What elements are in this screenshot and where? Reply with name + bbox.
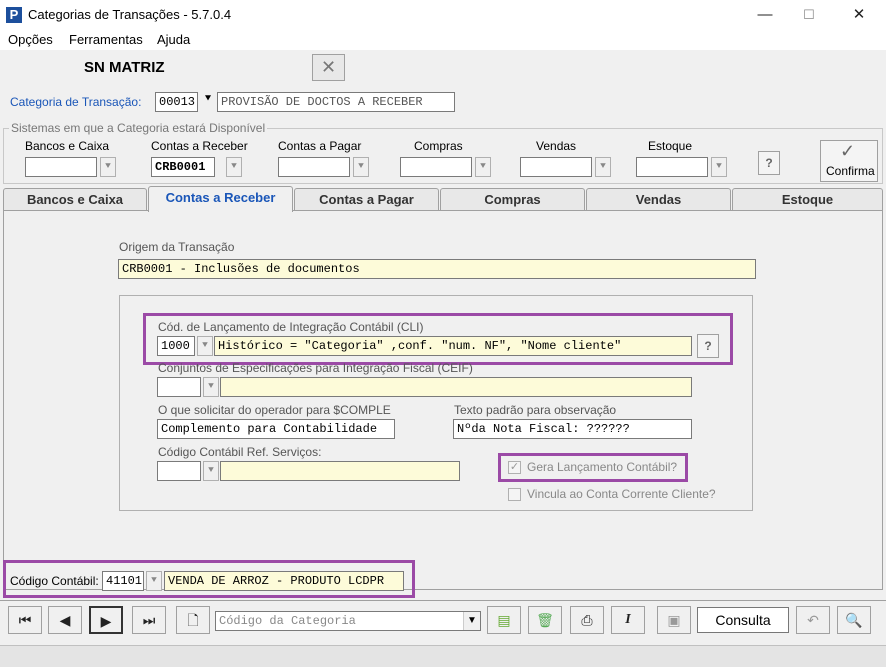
bancos-caixa-label: Bancos e Caixa xyxy=(25,139,110,153)
tab-compras[interactable]: Compras xyxy=(440,188,585,210)
codigo-contabil-description: VENDA DE ARROZ - PRODUTO LCDPR xyxy=(164,571,404,591)
obs-input[interactable]: Nºda Nota Fiscal: ?????? xyxy=(453,419,692,439)
estoque-input[interactable] xyxy=(636,157,708,177)
maximize-button[interactable]: ☐ xyxy=(786,0,832,30)
ceif-dropdown-icon[interactable]: ⯆ xyxy=(203,377,219,397)
window-title: Categorias de Transações - 5.7.0.4 xyxy=(28,7,232,22)
servicos-dropdown-icon[interactable]: ⯆ xyxy=(203,461,219,481)
new-record-icon[interactable]: 🗋 xyxy=(176,606,210,634)
ceif-label: Conjuntos de Especificações para Integra… xyxy=(158,361,473,375)
delete-bin-icon[interactable]: 🗑 xyxy=(528,606,562,634)
next-record-icon[interactable]: ▶ xyxy=(89,606,123,634)
prev-record-icon[interactable]: ◀ xyxy=(48,606,82,634)
comple-label: O que solicitar do operador para $COMPLE xyxy=(158,403,391,417)
last-record-icon[interactable]: ⏭ xyxy=(132,606,166,634)
obs-label: Texto padrão para observação xyxy=(454,403,617,417)
categoria-lookup-icon[interactable]: ⯆ xyxy=(200,93,216,111)
confirma-label: Confirma xyxy=(826,164,875,178)
menu-ferramentas[interactable]: Ferramentas xyxy=(69,32,143,47)
compras-input[interactable] xyxy=(400,157,472,177)
cli-help-button[interactable]: ? xyxy=(697,334,719,358)
company-name: SN MATRIZ xyxy=(84,59,165,76)
minimize-button[interactable]: — xyxy=(742,0,788,30)
sistemas-group-label: Sistemas em que a Categoria estará Dispo… xyxy=(9,121,268,135)
report-icon[interactable]: ▤ xyxy=(487,606,521,634)
contas-pagar-input[interactable] xyxy=(278,157,350,177)
bancos-caixa-input[interactable] xyxy=(25,157,97,177)
vendas-dropdown-icon[interactable]: ⯆ xyxy=(595,157,611,177)
servicos-description xyxy=(220,461,460,481)
gera-label: Gera Lançamento Contábil? xyxy=(527,460,678,474)
compras-label: Compras xyxy=(414,139,463,153)
servicos-label: Código Contábil Ref. Serviços: xyxy=(158,445,322,459)
tab-estoque[interactable]: Estoque xyxy=(732,188,883,210)
cli-label: Cód. de Lançamento de Integração Contábi… xyxy=(158,320,424,334)
italic-info-icon[interactable]: I xyxy=(611,606,645,634)
undo-icon[interactable]: ↶ xyxy=(796,606,830,634)
comple-input[interactable]: Complemento para Contabilidade xyxy=(157,419,395,439)
menu-ajuda[interactable]: Ajuda xyxy=(157,32,190,47)
vincula-checkbox[interactable] xyxy=(508,488,521,501)
contas-pagar-dropdown-icon[interactable]: ⯆ xyxy=(353,157,369,177)
vincula-label: Vincula ao Conta Corrente Cliente? xyxy=(527,487,716,501)
menu-opcoes[interactable]: Opções xyxy=(8,32,53,47)
codigo-contabil-dropdown-icon[interactable]: ⯆ xyxy=(146,571,162,591)
origem-field: CRB0001 - Inclusões de documentos xyxy=(118,259,756,279)
contas-receber-dropdown-icon[interactable]: ⯆ xyxy=(226,157,242,177)
close-document-button[interactable]: ✕ xyxy=(312,54,345,81)
first-record-icon[interactable]: ⏮ xyxy=(8,606,42,634)
cli-description: Histórico = "Categoria" ,conf. "num. NF"… xyxy=(214,336,692,356)
close-window-button[interactable]: ✕ xyxy=(836,0,882,30)
sistemas-help-button[interactable]: ? xyxy=(758,151,780,175)
origem-label: Origem da Transação xyxy=(119,240,235,254)
save-icon[interactable]: ▣ xyxy=(657,606,691,634)
contas-receber-input[interactable]: CRB0001 xyxy=(151,157,215,177)
codigo-contabil-label: Código Contábil: xyxy=(10,574,99,588)
vendas-label: Vendas xyxy=(536,139,577,153)
servicos-code-input[interactable] xyxy=(157,461,201,481)
bancos-caixa-dropdown-icon[interactable]: ⯆ xyxy=(100,157,116,177)
tab-contas-pagar[interactable]: Contas a Pagar xyxy=(294,188,439,210)
print-icon[interactable]: ⎙ xyxy=(570,606,604,634)
app-icon: P xyxy=(6,7,22,23)
vendas-input[interactable] xyxy=(520,157,592,177)
cli-dropdown-icon[interactable]: ⯆ xyxy=(197,336,213,356)
estoque-label: Estoque xyxy=(648,139,693,153)
estoque-dropdown-icon[interactable]: ⯆ xyxy=(711,157,727,177)
status-bar xyxy=(0,645,886,667)
ceif-code-input[interactable] xyxy=(157,377,201,397)
tab-contas-receber[interactable]: Contas a Receber xyxy=(148,186,293,212)
tab-bancos-caixa[interactable]: Bancos e Caixa xyxy=(3,188,147,210)
mode-indicator: Consulta xyxy=(697,607,789,633)
contas-pagar-label: Contas a Pagar xyxy=(278,139,362,153)
find-binoculars-icon[interactable]: 🔍 xyxy=(837,606,871,634)
tab-vendas[interactable]: Vendas xyxy=(586,188,731,210)
category-search-dropdown-icon[interactable]: ▼ xyxy=(463,612,480,630)
cli-code-input[interactable]: 1000 xyxy=(157,336,195,356)
codigo-contabil-code-input[interactable]: 41101 xyxy=(102,571,144,591)
categoria-code-input[interactable]: 00013 xyxy=(155,92,198,112)
categoria-label: Categoria de Transação: xyxy=(10,95,142,109)
contas-receber-label: Contas a Receber xyxy=(151,139,248,153)
categoria-description: PROVISÃO DE DOCTOS A RECEBER xyxy=(217,92,455,112)
category-search-input[interactable]: Código da Categoria xyxy=(215,611,481,631)
gera-checkbox[interactable]: ✓ xyxy=(508,461,521,474)
compras-dropdown-icon[interactable]: ⯆ xyxy=(475,157,491,177)
ceif-description xyxy=(220,377,692,397)
checkmark-icon: ✓ xyxy=(840,141,856,161)
